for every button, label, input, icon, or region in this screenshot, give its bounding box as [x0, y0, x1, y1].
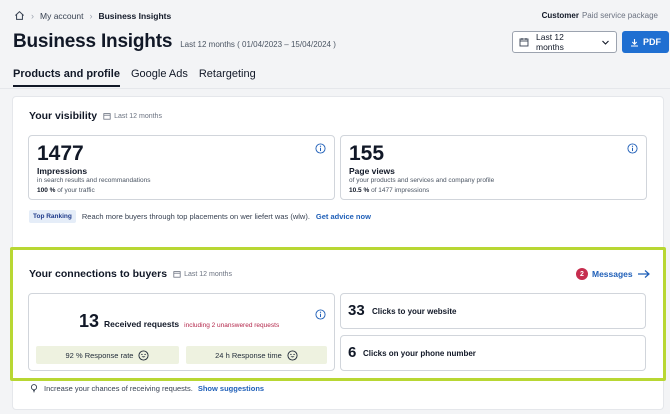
face-icon [287, 349, 298, 361]
customer-info: Customer Paid service package [542, 11, 658, 20]
messages-label: Messages [592, 269, 633, 279]
pageviews-card: 155 Page views of your products and serv… [340, 135, 647, 200]
website-clicks-label: Clicks to your website [372, 307, 457, 316]
tip-row: Increase your chances of receiving reque… [29, 383, 264, 393]
page-period: Last 12 months ( 01/04/2023 – 15/04/2024… [180, 40, 336, 49]
requests-value: 13 [79, 311, 100, 331]
tip-text: Increase your chances of receiving reque… [44, 383, 193, 393]
tab-bar: Products and profile Google Ads Retarget… [13, 68, 256, 87]
phone-clicks-label: Clicks on your phone number [363, 349, 476, 358]
connections-period: Last 12 months [173, 270, 232, 278]
pageviews-share-value: 10.5 % [349, 187, 370, 194]
pageviews-label: Page views [349, 166, 395, 176]
calendar-icon [173, 271, 181, 278]
info-icon[interactable] [627, 143, 638, 154]
tab-products-and-profile[interactable]: Products and profile [13, 68, 120, 87]
breadcrumb: › My account › Business Insights [14, 10, 171, 21]
unanswered-note: including 2 unanswered requests [184, 322, 280, 329]
requests-row: 13 Received requests including 2 unanswe… [79, 311, 279, 332]
service-package: Paid service package [581, 11, 658, 20]
website-clicks-card: 33 Clicks to your website [340, 293, 646, 329]
response-rate-pill: 92 % Response rate [36, 346, 179, 364]
impressions-label: Impressions [37, 166, 88, 176]
arrow-right-icon [637, 270, 650, 278]
phone-clicks-card: 6 Clicks on your phone number [340, 335, 646, 371]
calendar-icon [519, 38, 529, 47]
page-title: Business Insights [13, 31, 173, 52]
messages-link[interactable]: 2 Messages [576, 268, 651, 280]
calendar-icon [103, 113, 111, 120]
top-ranking-row: Top Ranking Reach more buyers through to… [29, 210, 371, 223]
lightbulb-icon [30, 384, 38, 393]
impressions-desc: in search results and recommandations [37, 177, 151, 184]
visibility-period-text: Last 12 months [114, 112, 162, 120]
breadcrumb-current: Business Insights [98, 10, 172, 21]
response-rate: 92 % Response rate [65, 350, 134, 360]
response-time-pill: 24 h Response time [186, 346, 327, 364]
pdf-label: PDF [643, 37, 661, 47]
pageviews-desc: of your products and services and compan… [349, 177, 495, 184]
impressions-share-text: of your traffic [57, 187, 95, 194]
pdf-download-button[interactable]: PDF [622, 31, 669, 53]
pageviews-share: 10.5 % of 1477 impressions [349, 186, 429, 196]
visibility-title: Your visibility [29, 110, 98, 122]
top-ranking-badge: Top Ranking [29, 210, 76, 223]
requests-card: 13 Received requests including 2 unanswe… [28, 293, 335, 371]
impressions-value: 1477 [37, 142, 84, 165]
title-row: Business Insights Last 12 months ( 01/04… [13, 31, 336, 53]
impressions-share-value: 100 % [37, 187, 56, 194]
face-icon [138, 349, 150, 361]
breadcrumb-my-account[interactable]: My account [40, 11, 83, 21]
chevron-down-icon [602, 40, 609, 45]
requests-label: Received requests [104, 319, 180, 329]
visibility-period: Last 12 months [103, 112, 162, 120]
tab-retargeting[interactable]: Retargeting [199, 68, 256, 87]
tabs-divider [0, 88, 670, 89]
website-clicks-value: 33 [348, 302, 365, 319]
date-range-select[interactable]: Last 12 months [512, 31, 617, 53]
date-range-value: Last 12 months [535, 32, 564, 52]
phone-clicks-value: 6 [348, 344, 357, 361]
home-icon[interactable] [14, 10, 25, 21]
messages-count-badge: 2 [576, 268, 588, 280]
top-ranking-text: Reach more buyers through top placements… [81, 212, 310, 221]
visibility-section-title: Your visibility Last 12 months [29, 110, 162, 122]
response-time: 24 h Response time [215, 350, 282, 360]
connections-title: Your connections to buyers [29, 268, 168, 280]
impressions-share: 100 % of your traffic [37, 186, 95, 196]
download-icon [631, 38, 638, 47]
pageviews-share-text: of 1477 impressions [371, 187, 430, 194]
show-suggestions-link[interactable]: Show suggestions [198, 384, 264, 393]
customer-label: Customer [541, 11, 579, 20]
tab-google-ads[interactable]: Google Ads [131, 68, 188, 87]
info-icon[interactable] [315, 143, 326, 154]
chevron-right-icon: › [89, 10, 93, 21]
get-advice-link[interactable]: Get advice now [316, 212, 371, 221]
connections-section-title: Your connections to buyers Last 12 month… [29, 268, 232, 280]
connections-period-text: Last 12 months [184, 270, 232, 278]
chevron-right-icon: › [31, 10, 34, 21]
pageviews-value: 155 [349, 142, 385, 165]
info-icon[interactable] [315, 309, 326, 320]
impressions-card: 1477 Impressions in search results and r… [28, 135, 335, 200]
